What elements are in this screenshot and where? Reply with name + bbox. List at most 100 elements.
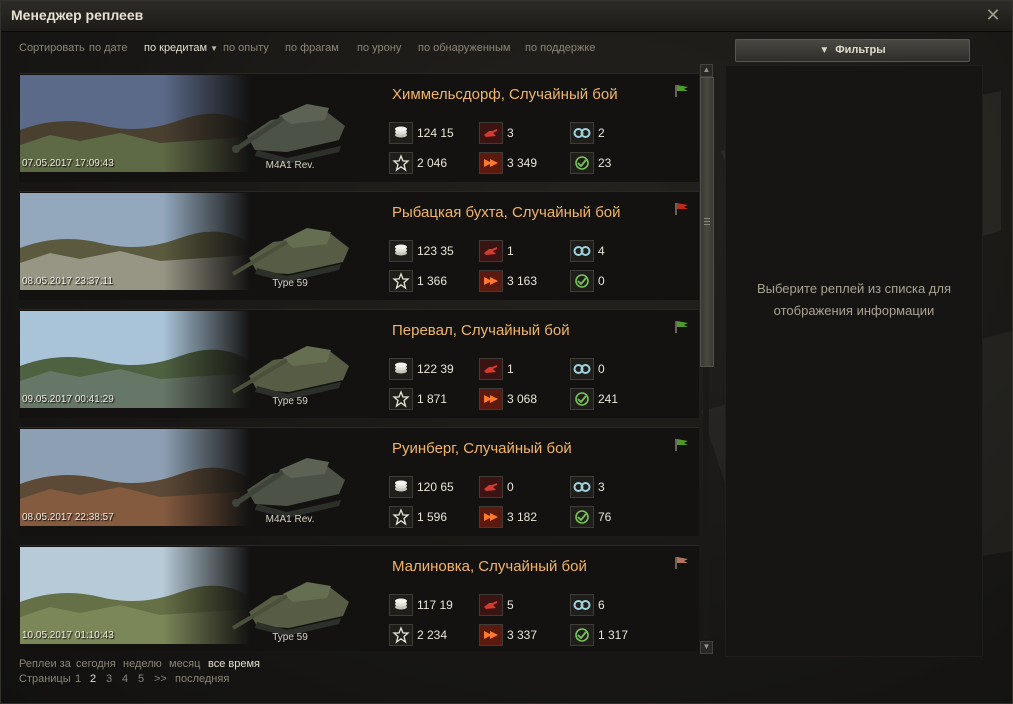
spotted-icon xyxy=(570,122,594,144)
flag-icon xyxy=(674,320,690,334)
details-hint-line1: Выберите реплей из списка для xyxy=(756,281,952,296)
page-1[interactable]: 1 xyxy=(75,673,81,685)
tank-image xyxy=(227,552,355,638)
period-today[interactable]: сегодня xyxy=(76,658,116,670)
replay-row[interactable]: 08.05.2017 23:37:11 Type 59 Рыбацкая бухта… xyxy=(19,191,699,300)
credits-icon xyxy=(389,358,413,380)
kills-value: 3 xyxy=(507,126,514,140)
sort-by-damage[interactable]: по урону xyxy=(357,42,401,54)
experience-icon xyxy=(389,388,413,410)
sort-by-spotted[interactable]: по обнаруженным xyxy=(418,42,510,54)
pages-label: Страницы xyxy=(19,673,71,685)
page-4[interactable]: 4 xyxy=(122,673,128,685)
spotted-value: 6 xyxy=(598,598,605,612)
page-2[interactable]: 2 xyxy=(90,673,96,685)
replay-row[interactable]: 09.05.2017 00:41:29 Type 59 Перевал, Случа… xyxy=(19,309,699,418)
sort-by-frags[interactable]: по фрагам xyxy=(285,42,339,54)
map-name: Перевал, Случайный бой xyxy=(392,322,570,339)
map-name: Руинберг, Случайный бой xyxy=(392,440,572,457)
experience-value: 1 596 xyxy=(417,510,448,524)
credits-value: 123 35 xyxy=(417,244,454,258)
period-week[interactable]: неделю xyxy=(123,658,162,670)
damage-icon xyxy=(479,624,503,646)
filters-button[interactable]: ▼ Фильтры xyxy=(735,39,970,62)
map-name: Рыбацкая бухта, Случайный бой xyxy=(392,204,621,221)
spotted-icon xyxy=(570,358,594,380)
sort-by-credits[interactable]: по кредитам ▼ xyxy=(144,42,218,54)
flag-icon xyxy=(674,202,690,216)
page-next[interactable]: >> xyxy=(154,673,167,685)
page-last[interactable]: последняя xyxy=(175,673,229,685)
damage-value: 3 182 xyxy=(507,510,538,524)
kills-icon xyxy=(479,240,503,262)
details-panel: Выберите реплей из списка для отображени… xyxy=(725,65,983,657)
spotted-icon xyxy=(570,594,594,616)
window-title: Менеджер реплеев xyxy=(11,7,144,23)
scroll-up-icon[interactable]: ▲ xyxy=(700,64,713,77)
kills-icon xyxy=(479,594,503,616)
kills-value: 1 xyxy=(507,362,514,376)
assist-icon xyxy=(570,624,594,646)
spotted-value: 4 xyxy=(598,244,605,258)
vehicle-name: M4A1 Rev. xyxy=(265,160,315,171)
vehicle-name: Type 59 xyxy=(272,278,308,289)
assist-icon xyxy=(570,152,594,174)
sort-by-xp[interactable]: по опыту xyxy=(223,42,269,54)
flag-icon xyxy=(674,84,690,98)
experience-icon xyxy=(389,624,413,646)
details-hint-line2: отображения информации xyxy=(773,303,935,318)
close-icon[interactable]: ✕ xyxy=(984,6,1002,24)
credits-icon xyxy=(389,476,413,498)
kills-value: 0 xyxy=(507,480,514,494)
damage-icon xyxy=(479,388,503,410)
assist-value: 241 xyxy=(598,392,619,406)
credits-icon xyxy=(389,594,413,616)
experience-icon xyxy=(389,270,413,292)
scrollbar[interactable]: ▲ ▼ xyxy=(700,64,714,654)
credits-value: 122 39 xyxy=(417,362,454,376)
sort-by-date[interactable]: по дате xyxy=(89,42,127,54)
title-bar: Менеджер реплеев ✕ xyxy=(1,1,1012,32)
replay-row[interactable]: 10.05.2017 01:10:43 Type 59 Малиновка, Слу… xyxy=(19,545,699,651)
assist-icon xyxy=(570,506,594,528)
filters-label: Фильтры xyxy=(835,44,886,56)
replay-date: 08.05.2017 23:37:11 xyxy=(22,276,114,287)
experience-value: 1 366 xyxy=(417,274,448,288)
spotted-icon xyxy=(570,240,594,262)
experience-value: 2 046 xyxy=(417,156,448,170)
scroll-down-icon[interactable]: ▼ xyxy=(700,641,713,654)
map-name: Химмельсдорф, Случайный бой xyxy=(392,86,618,103)
grip-icon xyxy=(704,218,710,219)
experience-icon xyxy=(389,506,413,528)
replay-manager-window: Менеджер реплеев ✕ Сортировать по дате п… xyxy=(0,0,1013,704)
tank-image xyxy=(227,198,355,284)
period-month[interactable]: месяц xyxy=(169,658,200,670)
assist-value: 1 317 xyxy=(598,628,629,642)
map-name: Малиновка, Случайный бой xyxy=(392,558,587,575)
period-all-time[interactable]: все время xyxy=(208,658,260,670)
kills-icon xyxy=(479,122,503,144)
kills-icon xyxy=(479,476,503,498)
replay-date: 09.05.2017 00:41:29 xyxy=(22,394,114,405)
tank-image xyxy=(227,80,355,166)
sort-by-assist[interactable]: по поддержке xyxy=(525,42,595,54)
damage-value: 3 337 xyxy=(507,628,538,642)
replay-list: 07.05.2017 17:09:43 M4A1 Rev. Химмельсдорф… xyxy=(19,71,699,651)
vehicle-name: Type 59 xyxy=(272,632,308,643)
page-5[interactable]: 5 xyxy=(138,673,144,685)
assist-icon xyxy=(570,270,594,292)
sort-by-credits-label: по кредитам xyxy=(144,42,208,54)
replay-date: 07.05.2017 17:09:43 xyxy=(22,158,114,169)
assist-value: 23 xyxy=(598,156,612,170)
damage-icon xyxy=(479,270,503,292)
details-hint: Выберите реплей из списка для отображени… xyxy=(726,278,982,322)
scroll-thumb[interactable] xyxy=(700,77,714,367)
damage-value: 3 068 xyxy=(507,392,538,406)
experience-value: 2 234 xyxy=(417,628,448,642)
replay-row[interactable]: 08.05.2017 22:38:57 M4A1 Rev. Руинберг, Сл… xyxy=(19,427,699,536)
page-3[interactable]: 3 xyxy=(106,673,112,685)
replay-row[interactable]: 07.05.2017 17:09:43 M4A1 Rev. Химмельсдорф… xyxy=(19,73,699,182)
spotted-value: 3 xyxy=(598,480,605,494)
damage-value: 3 349 xyxy=(507,156,538,170)
spotted-value: 2 xyxy=(598,126,605,140)
